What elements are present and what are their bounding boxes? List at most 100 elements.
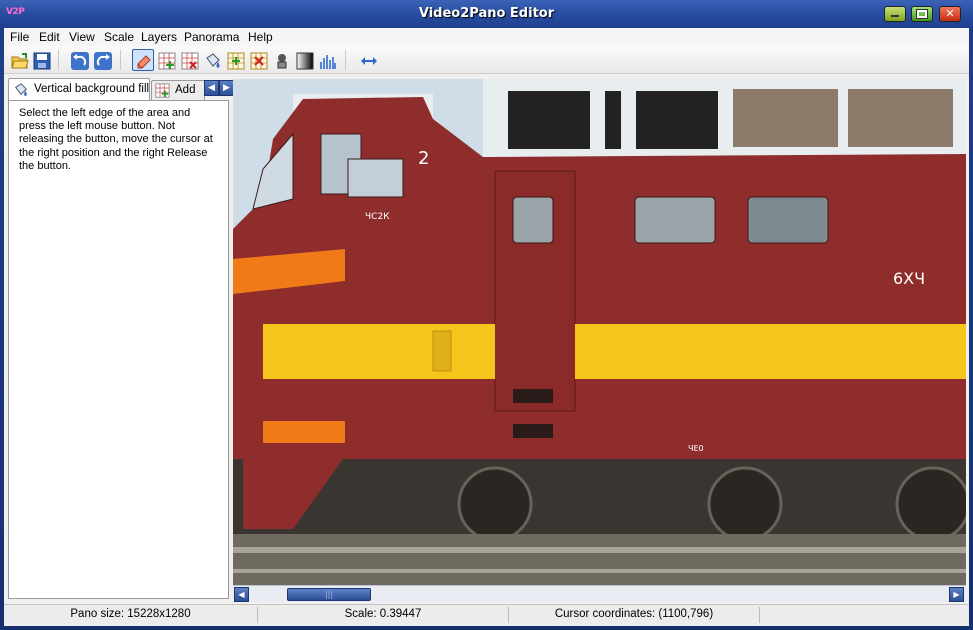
add-layer-button[interactable]	[224, 49, 246, 71]
roof-vent	[508, 91, 590, 149]
tool-panel: Vertical background fill Add ◀ ▶ Select …	[8, 78, 234, 600]
menu-scale[interactable]: Scale	[104, 30, 134, 44]
gradient-icon	[296, 52, 314, 70]
toolbar	[4, 46, 969, 74]
side-window	[634, 196, 716, 244]
horizontal-scrollbar[interactable]: ◀ ||| ▶	[233, 585, 966, 602]
arrow-right-icon: ▶	[223, 83, 230, 93]
histogram-button[interactable]	[316, 49, 338, 71]
minimize-button[interactable]	[884, 6, 906, 22]
status-bar: Pano size: 15228x1280 Scale: 0.39447 Cur…	[4, 604, 969, 624]
vertical-fill-button[interactable]	[201, 49, 223, 71]
panorama-canvas[interactable]: 2 ЧС2К 6ХЧ ЧЕ0	[233, 79, 966, 585]
toolbar-separator	[345, 50, 346, 70]
scroll-right-button[interactable]: ▶	[949, 587, 964, 602]
window-title: Video2Pano Editor	[418, 6, 555, 21]
step	[513, 424, 553, 438]
door-lower	[495, 324, 575, 379]
menu-help[interactable]: Help	[248, 30, 273, 44]
roof-panel	[848, 89, 953, 147]
tool-instructions-panel: Select the left edge of the area and pre…	[8, 100, 229, 599]
lower-orange-stripe	[263, 421, 345, 443]
close-button[interactable]: ✕	[939, 6, 961, 22]
arrow-left-icon: ◀	[238, 590, 245, 599]
add-region-icon	[155, 83, 170, 98]
roof-vent	[605, 91, 621, 149]
minimize-icon	[891, 15, 899, 17]
cab-window	[347, 158, 404, 198]
roof-panel	[733, 89, 838, 147]
app-window: V2P Video2Pano Editor ✕ File Edit View S…	[0, 0, 973, 630]
under-text: ЧЕ0	[688, 444, 704, 453]
title-bar[interactable]: V2P Video2Pano Editor ✕	[0, 0, 973, 28]
redo-button[interactable]	[91, 49, 113, 71]
menu-view[interactable]: View	[69, 30, 95, 44]
rail	[233, 547, 966, 553]
open-folder-icon	[11, 53, 29, 69]
scroll-left-button[interactable]: ◀	[234, 587, 249, 602]
toolbar-separator	[120, 50, 121, 70]
instructions-text: Select the left edge of the area and pre…	[19, 107, 213, 172]
panorama-image: 2 ЧС2К 6ХЧ ЧЕ0	[233, 79, 966, 585]
vent-grille	[432, 330, 452, 372]
tab-vertical-background-fill[interactable]: Vertical background fill	[8, 78, 150, 100]
status-scale: Scale: 0.39447	[344, 608, 422, 620]
grip-icon: |||	[324, 590, 334, 599]
menu-bar: File Edit View Scale Layers Panorama Hel…	[4, 28, 969, 46]
menu-file[interactable]: File	[10, 30, 29, 44]
side-text-front: ЧС2К	[365, 212, 390, 222]
histogram-icon	[320, 55, 336, 69]
delete-layer-icon	[250, 52, 268, 70]
status-cursor-coordinates: Cursor coordinates: (1100,796)	[554, 608, 714, 620]
arrow-left-icon: ◀	[208, 83, 215, 93]
yellow-stripe	[263, 324, 966, 379]
gradient-button[interactable]	[293, 49, 315, 71]
remove-region-button[interactable]	[178, 49, 200, 71]
menu-layers[interactable]: Layers	[141, 30, 177, 44]
open-button[interactable]	[8, 49, 30, 71]
add-region-button[interactable]	[155, 49, 177, 71]
stretch-horizontal-icon	[361, 57, 377, 65]
stamp-button[interactable]	[270, 49, 292, 71]
eraser-tool-button[interactable]	[132, 49, 154, 71]
eraser-tool-icon	[137, 55, 151, 69]
maximize-icon	[916, 9, 928, 19]
client-area: File Edit View Scale Layers Panorama Hel…	[4, 28, 969, 626]
add-region-icon	[158, 52, 176, 70]
wheel	[707, 466, 783, 542]
status-pano-size: Pano size: 15228x1280	[70, 608, 191, 620]
delete-layer-button[interactable]	[247, 49, 269, 71]
stamp-icon	[277, 54, 287, 69]
door-window	[512, 196, 554, 244]
arrow-right-icon: ▶	[953, 590, 960, 599]
undo-button[interactable]	[68, 49, 90, 71]
redo-icon	[94, 52, 112, 70]
status-divider	[759, 607, 760, 623]
tab-add[interactable]: Add	[151, 80, 205, 100]
vertical-fill-icon	[15, 83, 27, 97]
side-window	[747, 196, 829, 244]
save-button[interactable]	[30, 49, 52, 71]
menu-edit[interactable]: Edit	[39, 30, 60, 44]
number-plate: 2	[418, 148, 429, 169]
maximize-button[interactable]	[911, 6, 933, 22]
remove-region-icon	[181, 52, 199, 70]
close-icon: ✕	[945, 7, 955, 20]
rail	[233, 569, 966, 573]
scrollbar-thumb[interactable]: |||	[287, 588, 371, 601]
wheel	[895, 466, 966, 542]
toolbar-separator	[58, 50, 59, 70]
undercarriage	[233, 459, 966, 534]
step	[513, 389, 553, 403]
wheel	[457, 466, 533, 542]
tab-label: Add	[175, 84, 196, 96]
save-icon	[33, 52, 51, 70]
ballast	[233, 534, 966, 585]
menu-panorama[interactable]: Panorama	[184, 30, 239, 44]
tab-scroll-right-button[interactable]: ▶	[219, 80, 234, 96]
add-layer-icon	[227, 52, 245, 70]
vertical-fill-icon	[206, 53, 220, 68]
side-text-rear: 6ХЧ	[893, 269, 925, 288]
tab-scroll-left-button[interactable]: ◀	[204, 80, 219, 96]
stretch-horizontal-button[interactable]	[357, 49, 379, 71]
